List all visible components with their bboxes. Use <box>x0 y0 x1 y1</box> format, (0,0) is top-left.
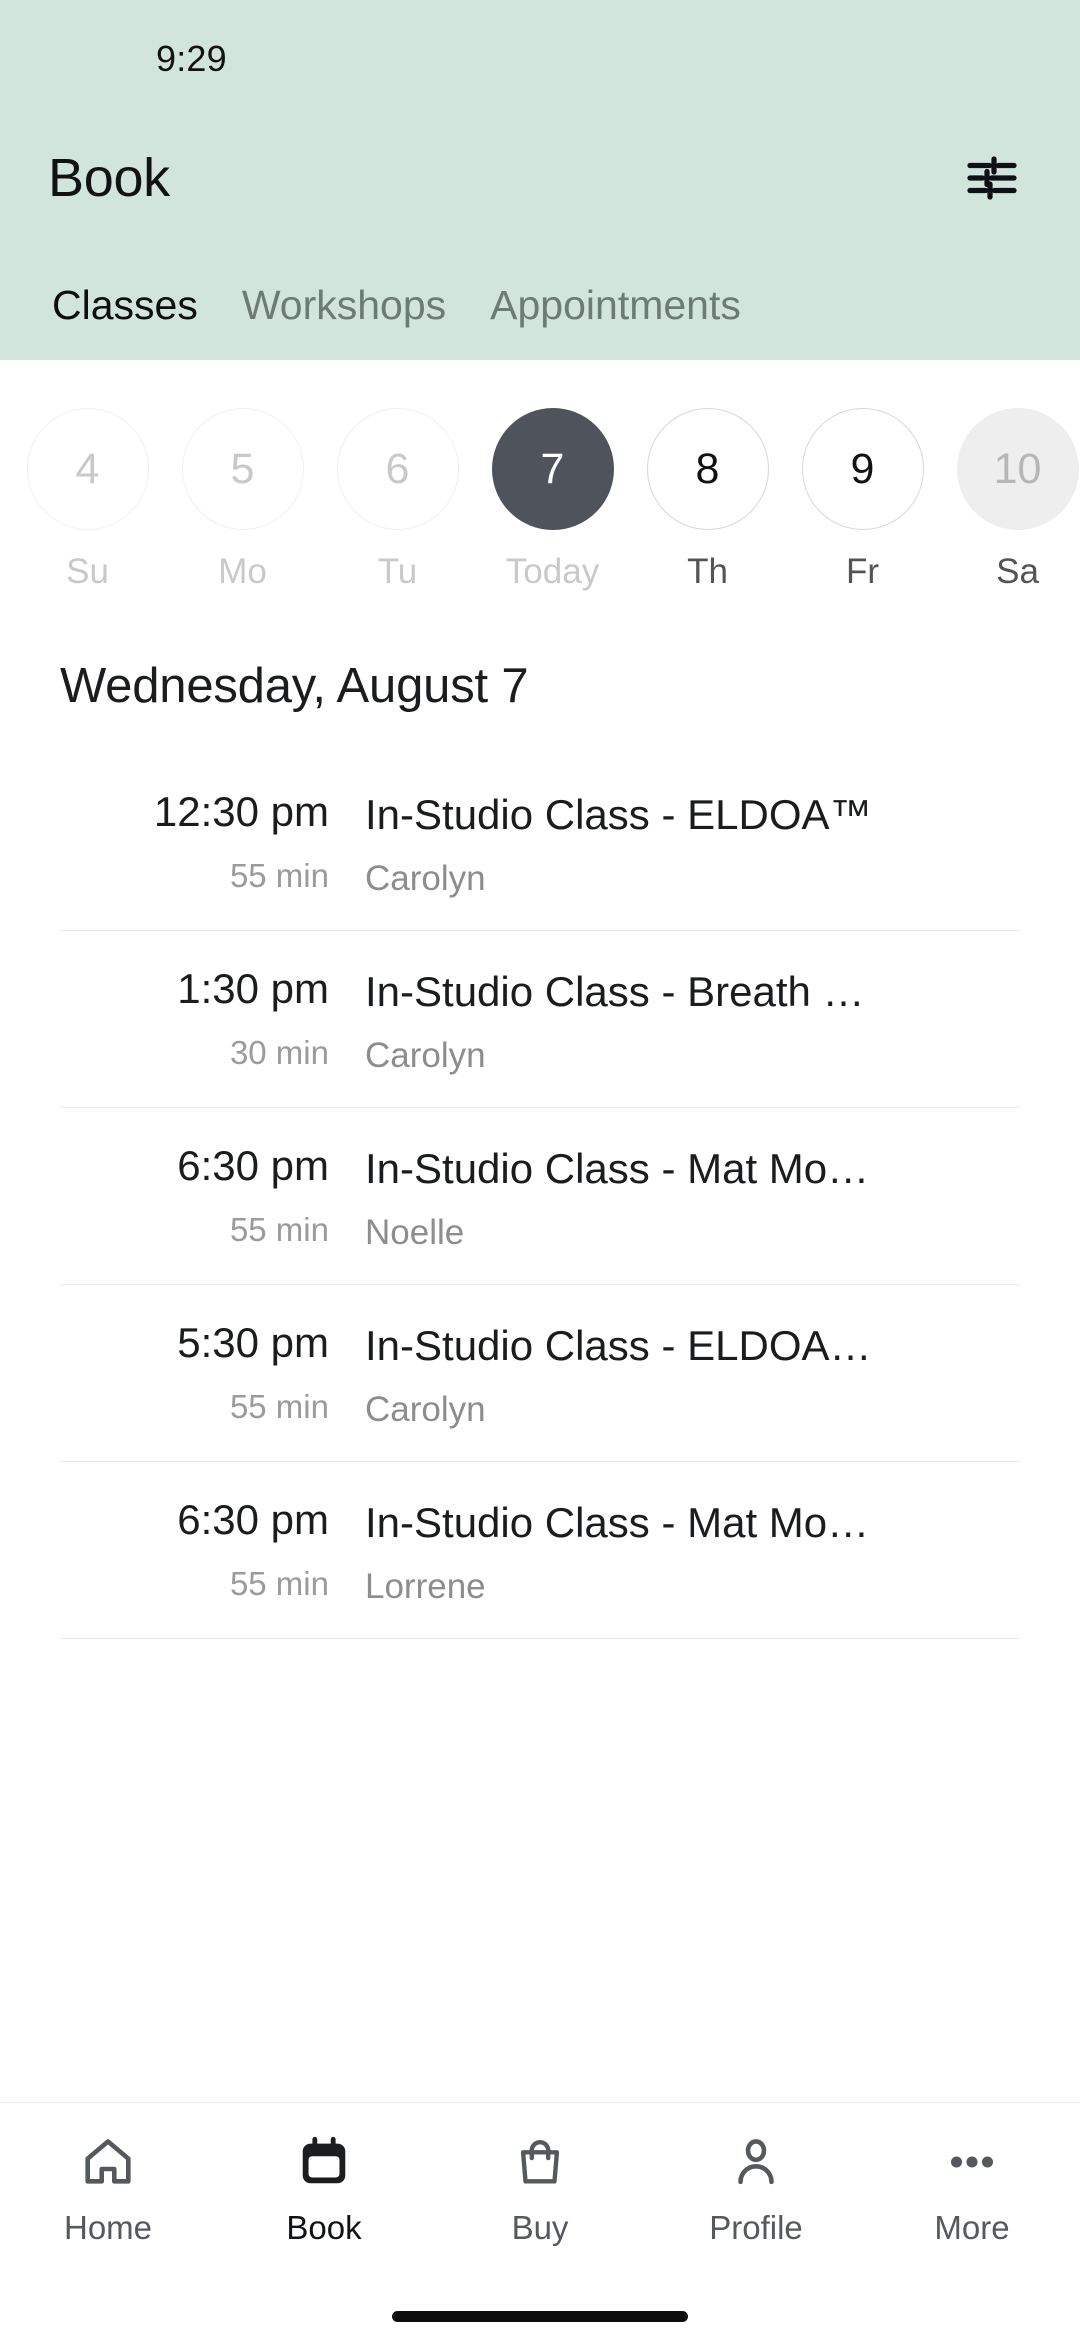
class-instructor: Lorrene <box>365 1566 486 1606</box>
date-chip-number: 6 <box>336 408 459 530</box>
class-time-column: 12:30 pm 55 min <box>60 788 365 895</box>
date-chip-weekday: Fr <box>845 552 880 591</box>
home-icon <box>79 2129 137 2195</box>
class-instructor: Carolyn <box>365 858 486 898</box>
class-title: In-Studio Class - ELDOA… <box>365 1322 872 1370</box>
date-chip-weekday: Tu <box>377 552 418 591</box>
home-indicator-area <box>0 2292 1080 2340</box>
class-list-item[interactable]: 5:30 pm 55 min In-Studio Class - ELDOA… … <box>60 1285 1020 1463</box>
class-instructor: Carolyn <box>365 1035 486 1075</box>
home-indicator[interactable] <box>392 2310 688 2322</box>
class-time-column: 1:30 pm 30 min <box>60 965 365 1072</box>
class-list-item[interactable]: 6:30 pm 55 min In-Studio Class - Mat Mo…… <box>60 1108 1020 1286</box>
date-chip-number: 4 <box>26 408 149 530</box>
date-chip-number: 5 <box>181 408 304 530</box>
class-duration: 55 min <box>229 1211 329 1249</box>
bag-icon <box>511 2129 569 2195</box>
class-duration: 55 min <box>229 1565 329 1603</box>
class-detail-column: In-Studio Class - Mat Mo… Noelle <box>365 1142 1020 1252</box>
class-list: 12:30 pm 55 min In-Studio Class - ELDOA™… <box>0 714 1080 2102</box>
filter-button[interactable] <box>954 140 1030 216</box>
day-heading: Wednesday, August 7 <box>60 659 529 713</box>
class-duration: 55 min <box>229 857 329 895</box>
date-cell-10[interactable]: 10 Sa <box>940 408 1080 592</box>
class-start-time: 12:30 pm <box>153 788 329 835</box>
calendar-icon <box>295 2129 353 2195</box>
class-time-column: 5:30 pm 55 min <box>60 1319 365 1426</box>
title-bar: Book <box>0 118 1080 238</box>
class-detail-column: In-Studio Class - Breath … Carolyn <box>365 965 1020 1075</box>
nav-item-profile[interactable]: Profile <box>648 2129 864 2247</box>
nav-label: More <box>934 2209 1010 2246</box>
class-title: In-Studio Class - Mat Mo… <box>365 1499 870 1547</box>
class-instructor: Carolyn <box>365 1389 486 1429</box>
class-duration: 30 min <box>229 1034 329 1072</box>
date-chip-number: 7 <box>491 408 614 530</box>
date-selector[interactable]: 4 Su 5 Mo 6 Tu 7 Today 8 Th 9 Fr 10 Sa <box>0 360 1080 592</box>
class-detail-column: In-Studio Class - ELDOA… Carolyn <box>365 1319 1020 1429</box>
class-title: In-Studio Class - Mat Mo… <box>365 1145 870 1193</box>
class-title: In-Studio Class - Breath … <box>365 968 865 1016</box>
nav-item-book[interactable]: Book <box>216 2129 432 2247</box>
class-start-time: 1:30 pm <box>177 965 329 1013</box>
class-title: In-Studio Class - ELDOA™ <box>365 791 872 838</box>
date-cell-8[interactable]: 8 Th <box>630 408 785 592</box>
tune-filter-icon <box>962 148 1022 208</box>
class-time-column: 6:30 pm 55 min <box>60 1142 365 1249</box>
nav-label: Home <box>63 2209 153 2246</box>
class-start-time: 6:30 pm <box>177 1142 329 1190</box>
nav-item-home[interactable]: Home <box>0 2129 216 2247</box>
person-icon <box>727 2129 785 2195</box>
date-chip-number: 9 <box>801 408 924 530</box>
class-instructor: Noelle <box>365 1212 465 1252</box>
class-detail-column: In-Studio Class - Mat Mo… Lorrene <box>365 1496 1020 1606</box>
date-chip-number: 8 <box>646 408 769 530</box>
date-cell-9[interactable]: 9 Fr <box>785 408 940 592</box>
tab-bar: Classes Workshops Appointments <box>0 238 1080 360</box>
class-detail-column: In-Studio Class - ELDOA™ Carolyn <box>365 788 1020 898</box>
date-chip-number: 10 <box>956 408 1079 530</box>
date-chip-weekday: Mo <box>218 552 267 591</box>
date-cell-4[interactable]: 4 Su <box>10 408 165 592</box>
bottom-navigation: Home Book Buy Profile More <box>0 2102 1080 2292</box>
page-title: Book <box>48 148 170 208</box>
status-bar: 9:29 <box>0 0 1080 118</box>
date-chip-weekday: Sa <box>996 552 1039 591</box>
nav-label: Profile <box>709 2209 803 2246</box>
tab-workshops[interactable]: Workshops <box>220 285 468 360</box>
nav-item-more[interactable]: More <box>864 2129 1080 2247</box>
ellipsis-icon <box>943 2129 1001 2195</box>
class-time-column: 6:30 pm 55 min <box>60 1496 365 1603</box>
class-duration: 55 min <box>229 1388 329 1426</box>
class-list-item[interactable]: 1:30 pm 30 min In-Studio Class - Breath … <box>60 931 1020 1109</box>
tab-appointments[interactable]: Appointments <box>468 285 763 360</box>
date-chip-weekday: Today <box>505 552 600 591</box>
date-cell-5[interactable]: 5 Mo <box>165 408 320 592</box>
app-screen: 9:29 Book Classes Workshops Appointments… <box>0 0 1080 2340</box>
date-cell-today[interactable]: 7 Today <box>475 408 630 592</box>
status-bar-clock: 9:29 <box>156 38 227 79</box>
date-chip-weekday: Su <box>66 552 109 591</box>
class-list-item[interactable]: 12:30 pm 55 min In-Studio Class - ELDOA™… <box>60 754 1020 932</box>
nav-label: Buy <box>511 2209 569 2246</box>
nav-item-buy[interactable]: Buy <box>432 2129 648 2247</box>
date-chip-weekday: Th <box>687 552 728 591</box>
nav-label: Book <box>286 2209 362 2246</box>
date-cell-6[interactable]: 6 Tu <box>320 408 475 592</box>
class-start-time: 6:30 pm <box>177 1496 329 1544</box>
class-list-item[interactable]: 6:30 pm 55 min In-Studio Class - Mat Mo…… <box>60 1462 1020 1640</box>
header: 9:29 Book Classes Workshops Appointments <box>0 0 1080 360</box>
tab-classes[interactable]: Classes <box>30 285 220 360</box>
class-start-time: 5:30 pm <box>177 1319 329 1367</box>
